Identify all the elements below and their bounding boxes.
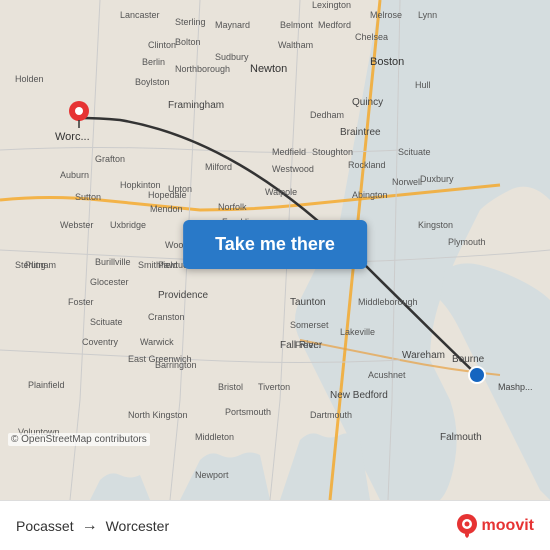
svg-text:Smithfield: Smithfield [138,260,178,270]
svg-text:Coventry: Coventry [82,337,119,347]
svg-text:Dartmouth: Dartmouth [310,410,352,420]
svg-text:Middleton: Middleton [195,432,234,442]
svg-text:Framingham: Framingham [168,100,224,111]
svg-text:New Bedford: New Bedford [330,390,388,401]
svg-text:Webster: Webster [60,220,93,230]
svg-text:Scituate: Scituate [90,317,123,327]
svg-text:Bristol: Bristol [218,382,243,392]
svg-text:Northborough: Northborough [175,64,230,74]
svg-text:Somerset: Somerset [290,320,329,330]
svg-text:Plymouth: Plymouth [448,237,486,247]
svg-text:Grafton: Grafton [95,154,125,164]
svg-text:Holden: Holden [15,74,44,84]
svg-text:Hull: Hull [415,80,431,90]
svg-text:Lynn: Lynn [418,10,437,20]
origin-marker [68,100,90,135]
destination-marker [468,366,486,389]
svg-text:Quincy: Quincy [352,97,383,108]
svg-text:Putnam: Putnam [25,260,56,270]
svg-text:Newport: Newport [195,470,229,480]
map-attribution: © OpenStreetMap contributors [8,433,150,446]
take-me-there-button[interactable]: Take me there [183,220,367,269]
svg-text:Walpole: Walpole [265,187,297,197]
svg-text:Acushnet: Acushnet [368,370,406,380]
svg-text:Lancaster: Lancaster [120,10,160,20]
svg-text:Burillville: Burillville [95,257,131,267]
svg-text:Portsmouth: Portsmouth [225,407,271,417]
svg-text:Rockland: Rockland [348,160,386,170]
arrow-icon: → [82,517,98,535]
svg-text:Berlin: Berlin [142,57,165,67]
svg-text:Waltham: Waltham [278,40,313,50]
svg-text:Bourne: Bourne [452,354,485,365]
svg-text:Norfolk: Norfolk [218,202,247,212]
svg-text:Glocester: Glocester [90,277,129,287]
svg-text:Middleborough: Middleborough [358,297,418,307]
moovit-pin-icon [456,513,478,539]
svg-text:Boston: Boston [370,56,404,68]
svg-text:Norwell: Norwell [392,177,422,187]
svg-text:Wareham: Wareham [402,350,445,361]
svg-text:Dedham: Dedham [310,110,344,120]
svg-text:Lexington: Lexington [312,0,351,10]
svg-text:Sutton: Sutton [75,192,101,202]
svg-text:Sudbury: Sudbury [215,52,249,62]
svg-text:Boylston: Boylston [135,77,170,87]
svg-text:Duxbury: Duxbury [420,174,454,184]
svg-text:Clinton: Clinton [148,40,176,50]
svg-text:Providence: Providence [158,290,208,301]
svg-text:Auburn: Auburn [60,170,89,180]
svg-text:Plainfield: Plainfield [28,380,65,390]
svg-text:Kingston: Kingston [418,220,453,230]
svg-text:Free...: Free... [295,340,321,350]
svg-text:Newton: Newton [250,63,287,75]
svg-text:Mashp...: Mashp... [498,382,533,392]
svg-text:Maynard: Maynard [215,20,250,30]
route-info: Pocasset → Worcester [16,517,169,535]
svg-text:Belmont: Belmont [280,20,314,30]
bottom-bar: Pocasset → Worcester moovit [0,500,550,550]
svg-text:Scituate: Scituate [398,147,431,157]
svg-text:Bolton: Bolton [175,37,201,47]
svg-text:Mendon: Mendon [150,204,183,214]
svg-text:Falmouth: Falmouth [440,432,482,443]
map-container: Newton Boston Worc... Framingham Braintr… [0,0,550,500]
svg-text:Chelsea: Chelsea [355,32,388,42]
svg-text:Stoughton: Stoughton [312,147,353,157]
svg-text:Tiverton: Tiverton [258,382,290,392]
svg-text:Hopkinton: Hopkinton [120,180,161,190]
moovit-logo: moovit [456,513,534,539]
svg-text:Uxbridge: Uxbridge [110,220,146,230]
to-label: Worcester [106,518,170,534]
svg-text:Melrose: Melrose [370,10,402,20]
svg-text:Medfield: Medfield [272,147,306,157]
svg-text:Braintree: Braintree [340,127,381,138]
svg-text:Cranston: Cranston [148,312,185,322]
svg-text:Foster: Foster [68,297,94,307]
svg-text:Lakeville: Lakeville [340,327,375,337]
svg-text:Medford: Medford [318,20,351,30]
svg-text:Warwick: Warwick [140,337,174,347]
moovit-brand-text: moovit [482,517,534,535]
svg-text:North Kingston: North Kingston [128,410,188,420]
svg-text:Taunton: Taunton [290,297,326,308]
svg-text:Milford: Milford [205,162,232,172]
svg-text:East Greenwich: East Greenwich [128,354,192,364]
svg-text:Hopedale: Hopedale [148,190,187,200]
svg-text:Sterling: Sterling [175,17,206,27]
from-label: Pocasset [16,518,74,534]
svg-text:Abington: Abington [352,190,388,200]
svg-text:Westwood: Westwood [272,164,314,174]
